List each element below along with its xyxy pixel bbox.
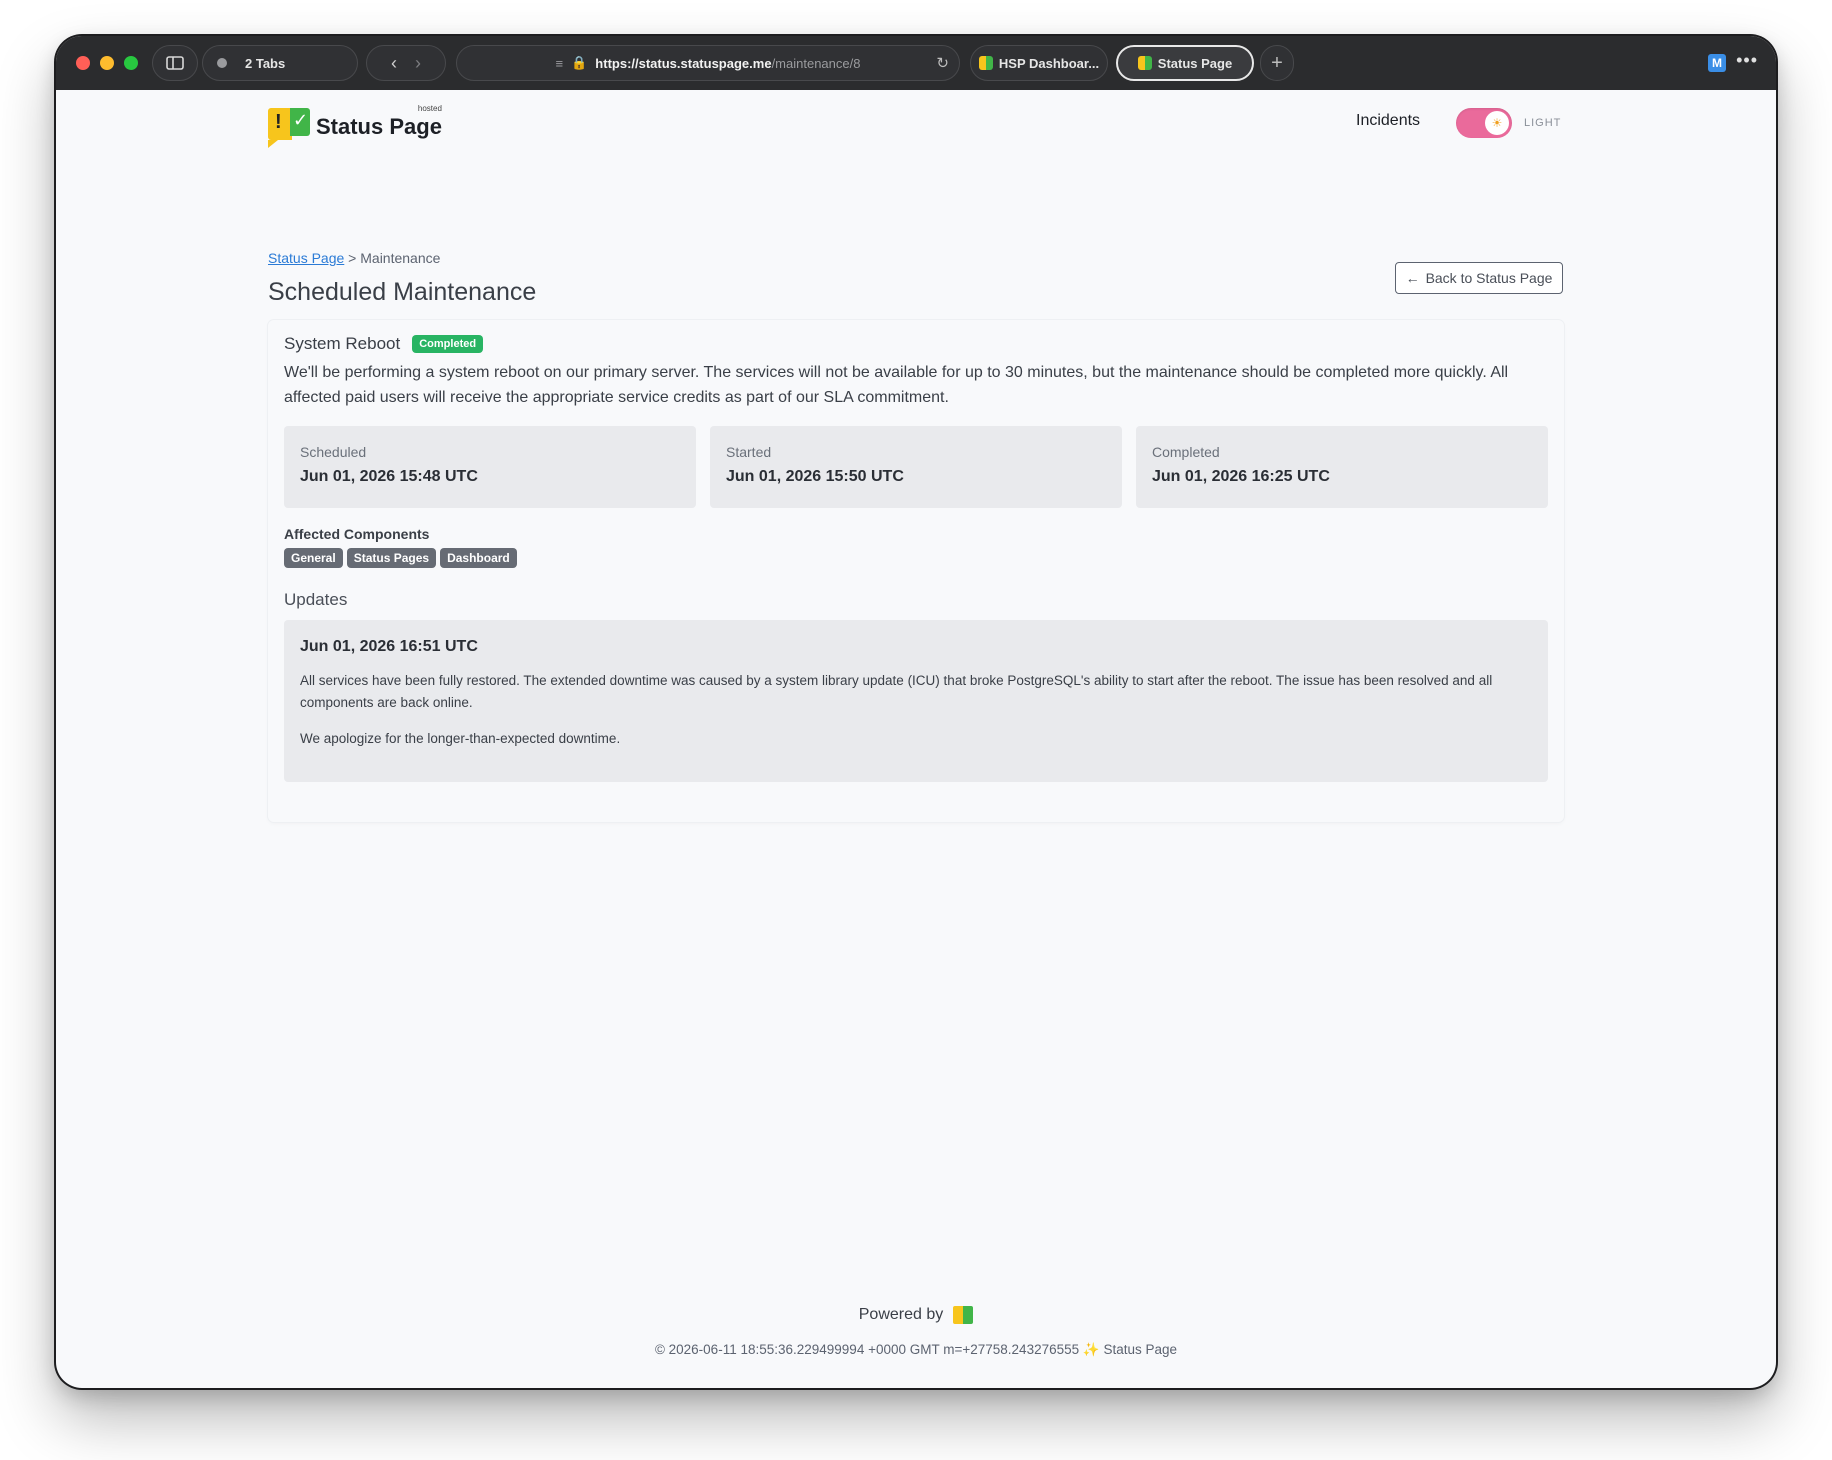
status-badge: Completed bbox=[412, 335, 484, 353]
browser-window: 2 Tabs ‹ › ≡ 🔒 https://status.statuspage… bbox=[56, 36, 1776, 1388]
more-options-icon[interactable]: ••• bbox=[1736, 50, 1758, 71]
time-value: Jun 01, 2026 16:25 UTC bbox=[1152, 468, 1330, 485]
tab-group-dot-icon bbox=[217, 58, 227, 68]
updates-title: Updates bbox=[284, 590, 348, 609]
affected-components-title: Affected Components bbox=[284, 526, 430, 542]
address-bar[interactable]: ≡ 🔒 https://status.statuspage.me/mainten… bbox=[456, 45, 960, 81]
close-window-button[interactable] bbox=[76, 56, 90, 70]
sun-icon: ☀ bbox=[1485, 111, 1509, 135]
status-page-logo-icon[interactable] bbox=[953, 1306, 974, 1324]
update-item: Jun 01, 2026 16:51 UTC All services have… bbox=[284, 620, 1548, 782]
tab-label: HSP Dashboar... bbox=[998, 55, 1100, 71]
theme-label: LIGHT bbox=[1524, 117, 1562, 129]
sparkle-icon: ✨ bbox=[1082, 1342, 1100, 1357]
maintenance-header: System Reboot Completed bbox=[284, 334, 484, 354]
forward-arrow-icon[interactable]: › bbox=[415, 53, 421, 74]
brand-name: Status Page hosted bbox=[316, 104, 442, 140]
url-text: https://status.statuspage.me/maintenance… bbox=[595, 56, 860, 71]
maintenance-title: System Reboot bbox=[284, 334, 401, 353]
breadcrumb-status-page-link[interactable]: Status Page bbox=[268, 250, 344, 266]
plus-icon: + bbox=[1271, 51, 1283, 74]
reader-icon[interactable]: ≡ bbox=[556, 56, 564, 71]
footer-copyright: © 2026-06-11 18:55:36.229499994 +0000 GM… bbox=[56, 1342, 1776, 1358]
window-controls bbox=[76, 56, 138, 70]
breadcrumb-separator: > bbox=[348, 250, 357, 266]
update-text: All services have been fully restored. T… bbox=[300, 673, 1493, 710]
time-value: Jun 01, 2026 15:50 UTC bbox=[726, 468, 904, 485]
brand-text: Status Page bbox=[316, 114, 442, 139]
breadcrumb-current: Maintenance bbox=[360, 250, 441, 266]
url-path: /maintenance/8 bbox=[771, 55, 861, 71]
update-date: Jun 01, 2026 16:51 UTC bbox=[300, 638, 478, 655]
status-page-logo-icon: ! ✓ bbox=[268, 108, 310, 148]
browser-toolbar: 2 Tabs ‹ › ≡ 🔒 https://status.statuspage… bbox=[56, 36, 1776, 90]
back-to-status-page-button[interactable]: ← Back to Status Page bbox=[1395, 262, 1563, 294]
maintenance-card: System Reboot Completed We'll be perform… bbox=[268, 320, 1564, 822]
page-title: Scheduled Maintenance bbox=[268, 278, 537, 306]
brand-logo[interactable]: ! ✓ Status Page hosted bbox=[268, 104, 442, 148]
component-chip: Dashboard bbox=[440, 548, 517, 568]
scheduled-time-box: Scheduled Jun 01, 2026 15:48 UTC bbox=[284, 426, 696, 508]
url-host: https://status.statuspage.me bbox=[595, 55, 772, 71]
lock-icon: 🔒 bbox=[571, 55, 588, 70]
back-button-label: Back to Status Page bbox=[1425, 270, 1553, 286]
completed-time-box: Completed Jun 01, 2026 16:25 UTC bbox=[1136, 426, 1548, 508]
extension-icon[interactable]: M bbox=[1708, 54, 1726, 72]
update-text: We apologize for the longer-than-expecte… bbox=[300, 731, 621, 746]
minimize-window-button[interactable] bbox=[100, 56, 114, 70]
tab-label: Status Page bbox=[1157, 55, 1233, 71]
theme-toggle[interactable]: ☀ bbox=[1456, 108, 1512, 138]
started-time-box: Started Jun 01, 2026 15:50 UTC bbox=[710, 426, 1122, 508]
affected-components-list: General Status Pages Dashboard bbox=[284, 548, 517, 568]
footer-powered-by: Powered by bbox=[56, 1306, 1776, 1324]
copyright-text: © 2026-06-11 18:55:36.229499994 +0000 GM… bbox=[654, 1342, 1080, 1357]
tab-group-button[interactable]: 2 Tabs bbox=[202, 45, 358, 81]
favicon-icon bbox=[1137, 56, 1152, 70]
tab-hsp-dashboard[interactable]: HSP Dashboar... bbox=[970, 45, 1108, 81]
page-content: ! ✓ Status Page hosted Incidents ☀ LIGHT … bbox=[56, 90, 1776, 1388]
sidebar-icon bbox=[166, 56, 184, 70]
powered-by-label: Powered by bbox=[858, 1306, 944, 1323]
arrow-left-icon: ← bbox=[1405, 270, 1420, 286]
sidebar-toggle-button[interactable] bbox=[152, 45, 198, 81]
time-value: Jun 01, 2026 15:48 UTC bbox=[300, 468, 478, 485]
new-tab-button[interactable]: + bbox=[1260, 45, 1294, 81]
zoom-window-button[interactable] bbox=[124, 56, 138, 70]
reload-icon[interactable]: ↻ bbox=[936, 54, 949, 72]
nav-incidents-link[interactable]: Incidents bbox=[1356, 112, 1420, 130]
tab-status-page[interactable]: Status Page bbox=[1116, 45, 1254, 81]
component-chip: Status Pages bbox=[346, 548, 437, 568]
time-label: Scheduled bbox=[300, 444, 367, 460]
component-chip: General bbox=[284, 548, 343, 568]
time-label: Started bbox=[726, 444, 772, 460]
favicon-icon bbox=[978, 56, 993, 70]
time-label: Completed bbox=[1152, 444, 1220, 460]
tab-count-label: 2 Tabs bbox=[245, 55, 286, 71]
navigation-buttons: ‹ › bbox=[366, 45, 446, 81]
back-arrow-icon[interactable]: ‹ bbox=[391, 53, 397, 74]
footer-brand: Status Page bbox=[1103, 1342, 1178, 1357]
maintenance-description: We'll be performing a system reboot on o… bbox=[284, 364, 1509, 406]
breadcrumb: Status Page > Maintenance bbox=[268, 250, 440, 266]
brand-hosted-label: hosted bbox=[417, 104, 442, 113]
